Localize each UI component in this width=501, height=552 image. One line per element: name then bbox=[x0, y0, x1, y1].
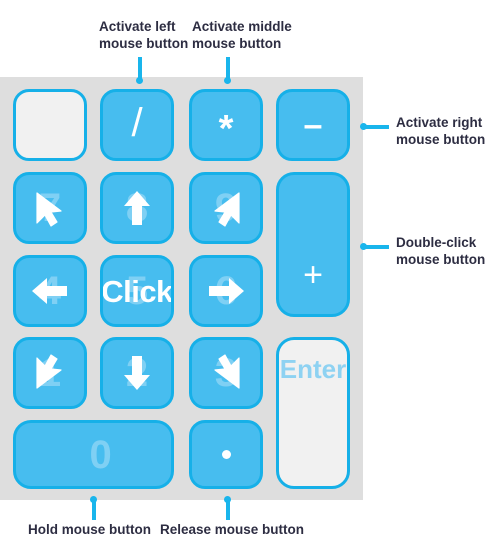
decimal-dot-icon bbox=[221, 450, 231, 459]
cursor-up-left-icon bbox=[36, 192, 62, 227]
callout-label-activate-middle: Activate middle mouse button bbox=[192, 19, 292, 51]
divide-symbol: / bbox=[131, 101, 143, 145]
key-enter[interactable]: Enter bbox=[276, 337, 350, 489]
arrow-right-icon bbox=[209, 278, 244, 304]
key-numlock[interactable] bbox=[13, 89, 87, 161]
key-decimal[interactable] bbox=[189, 420, 263, 489]
multiply-symbol: * bbox=[218, 108, 234, 150]
callout-dot-double-click bbox=[360, 243, 367, 250]
cursor-down-right-icon bbox=[214, 354, 240, 389]
key-1[interactable]: 1 bbox=[13, 337, 87, 409]
key-5[interactable]: 5 Click bbox=[100, 255, 174, 327]
arrow-up-icon bbox=[124, 191, 150, 225]
callout-dot-hold bbox=[90, 496, 97, 503]
cursor-up-right-icon bbox=[214, 192, 240, 227]
ghost-digit-0: 0 bbox=[89, 432, 112, 477]
arrow-left-icon bbox=[32, 278, 67, 304]
enter-label: Enter bbox=[279, 354, 347, 384]
callout-dot-activate-left bbox=[136, 77, 143, 84]
key-3[interactable]: 3 bbox=[189, 337, 263, 409]
key-4[interactable]: 4 bbox=[13, 255, 87, 327]
key-9[interactable]: 9 bbox=[189, 172, 263, 244]
keypad-diagram: / * – 7 8 9 + 4 5 Click bbox=[0, 0, 501, 552]
key-minus[interactable]: – bbox=[276, 89, 350, 161]
arrow-down-icon bbox=[124, 356, 150, 390]
key-plus[interactable]: + bbox=[276, 172, 350, 317]
cursor-down-left-icon bbox=[36, 354, 62, 389]
key-multiply[interactable]: * bbox=[189, 89, 263, 161]
key-2[interactable]: 2 bbox=[100, 337, 174, 409]
callout-label-activate-right: Activate right mouse button bbox=[396, 115, 486, 147]
callout-dot-activate-middle bbox=[224, 77, 231, 84]
key-divide[interactable]: / bbox=[100, 89, 174, 161]
callout-dot-activate-right bbox=[360, 123, 367, 130]
key-6[interactable]: 6 bbox=[189, 255, 263, 327]
plus-symbol: + bbox=[303, 255, 323, 294]
callout-dot-release bbox=[224, 496, 231, 503]
click-label: Click bbox=[101, 273, 173, 309]
callout-label-hold: Hold mouse button bbox=[28, 522, 151, 537]
callout-label-double-click: Double-click mouse button bbox=[396, 235, 486, 267]
key-7[interactable]: 7 bbox=[13, 172, 87, 244]
minus-symbol: – bbox=[303, 106, 323, 144]
callout-label-release: Release mouse button bbox=[160, 522, 305, 537]
key-8[interactable]: 8 bbox=[100, 172, 174, 244]
key-0[interactable]: 0 bbox=[13, 420, 174, 489]
